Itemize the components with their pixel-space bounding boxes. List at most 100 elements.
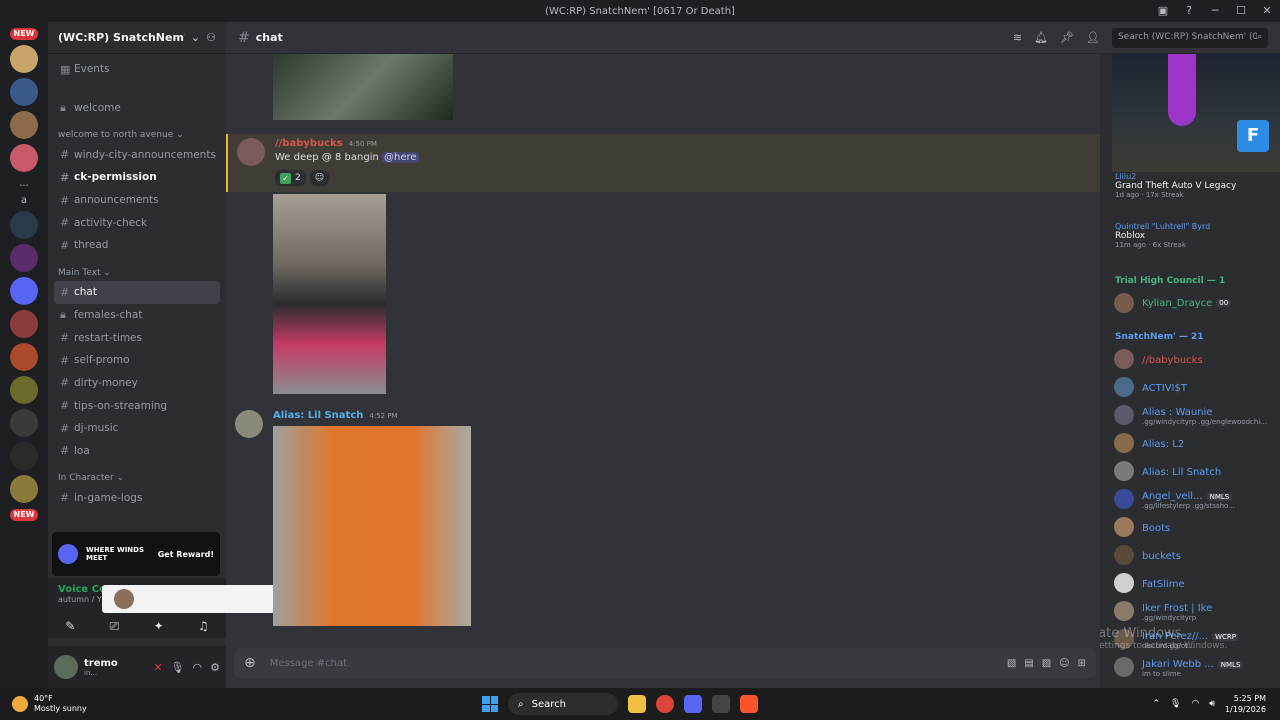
member-item[interactable]: Alias: Lil Snatch [1114, 459, 1274, 483]
volume-icon[interactable]: 🔊︎ [1209, 699, 1215, 709]
gif-icon[interactable]: ▤ [1024, 658, 1033, 669]
search-input[interactable]: Search (WC:RP) SnatchNem' (06... ⌕ [1112, 27, 1268, 48]
channel-item[interactable]: # activity-check [54, 211, 220, 234]
message-image[interactable] [273, 426, 471, 626]
chrome-icon[interactable] [656, 695, 674, 713]
apps-icon[interactable]: ⊞ [1078, 658, 1086, 669]
channel-item[interactable]: # thread [54, 234, 220, 257]
settings-icon[interactable]: ⚙ [210, 661, 220, 674]
server-icon[interactable] [10, 78, 38, 106]
threads-icon[interactable]: ≋ [1013, 31, 1022, 44]
activity-card[interactable]: Liiiu2 Grand Theft Auto V Legacy 1d ago … [1115, 172, 1236, 199]
channel-item[interactable]: # in-game-logs [54, 486, 220, 509]
chevron-up-icon[interactable]: ⌃ [1152, 699, 1160, 709]
stream-preview[interactable] [1112, 54, 1280, 172]
promo-banner[interactable]: WHERE WINDS MEET Get Reward! [52, 532, 220, 576]
message-author[interactable]: //babybucks 4:50 PM [275, 138, 377, 149]
gift-icon[interactable]: ▧ [1007, 658, 1016, 669]
help-icon[interactable]: ? [1176, 0, 1202, 22]
add-attachment-icon[interactable]: ⊕ [244, 655, 256, 671]
server-icon[interactable] [10, 277, 38, 305]
sticker-icon[interactable]: ▨ [1042, 658, 1051, 669]
category-welcome[interactable]: welcome to north avenue ⌄ [54, 119, 220, 143]
server-icon[interactable] [10, 211, 38, 239]
reaction-check[interactable]: ✓ 2 [275, 170, 306, 186]
channel-item[interactable]: # loa [54, 440, 220, 463]
channel-item[interactable]: # windy-city-announcements [54, 143, 220, 166]
avatar[interactable] [235, 410, 263, 438]
server-icon[interactable] [10, 343, 38, 371]
invite-icon[interactable]: ⚇ [206, 31, 216, 44]
emoji-icon[interactable]: ☺ [1059, 658, 1069, 669]
channel-welcome[interactable]: 🔒︎ welcome [54, 97, 220, 120]
member-item[interactable]: FatSlime [1114, 571, 1274, 595]
microphone-icon[interactable]: 🎙︎ [1170, 699, 1181, 709]
server-icon[interactable] [10, 442, 38, 470]
server-icon[interactable] [10, 409, 38, 437]
minimize-button[interactable]: ─ [1202, 0, 1228, 22]
server-icon[interactable] [10, 376, 38, 404]
mute-icon[interactable]: ✕ [153, 661, 162, 674]
server-icon[interactable] [10, 144, 38, 172]
weather-widget[interactable]: 40°F Mostly sunny [0, 694, 180, 714]
server-header[interactable]: (WC:RP) SnatchNem' [0... ⌄ ⚇ [48, 22, 226, 54]
message-input[interactable]: Message #chat [270, 658, 1007, 669]
maximize-button[interactable]: ☐ [1228, 0, 1254, 22]
screen-share-icon[interactable]: ⎚ [110, 619, 120, 634]
member-item[interactable]: //babybucks [1114, 347, 1274, 371]
category-main-text[interactable]: Main Text ⌄ [54, 257, 220, 281]
channel-item[interactable]: # dirty-money [54, 372, 220, 395]
member-item[interactable]: buckets [1114, 543, 1274, 567]
avatar[interactable] [54, 655, 78, 679]
inbox-icon[interactable]: ▣ [1150, 0, 1176, 22]
channel-item[interactable]: # chat [54, 280, 220, 304]
message-author[interactable]: Alias: Lil Snatch 4:52 PM [273, 410, 398, 421]
channel-item[interactable]: # announcements [54, 189, 220, 212]
members-icon[interactable]: 👤︎ [1086, 31, 1100, 44]
server-icon[interactable] [10, 111, 38, 139]
soundboard-icon[interactable]: ♫ [198, 619, 209, 633]
message-composer[interactable]: ⊕ Message #chat ▧ ▤ ▨ ☺ ⊞ [234, 648, 1096, 678]
close-button[interactable]: ✕ [1254, 0, 1280, 22]
member-item[interactable]: ACTIVI$T [1114, 375, 1274, 399]
roblox-icon[interactable] [712, 695, 730, 713]
channel-item[interactable]: # tips-on-streaming [54, 394, 220, 417]
get-reward-button[interactable]: Get Reward! [158, 550, 214, 559]
server-icon[interactable] [10, 310, 38, 338]
channel-item[interactable]: # dj-music [54, 417, 220, 440]
start-button[interactable] [482, 696, 498, 712]
headphones-icon[interactable]: ◠ [193, 661, 203, 674]
server-icon[interactable] [10, 475, 38, 503]
pin-icon[interactable]: 📌︎ [1060, 31, 1074, 44]
mention-here[interactable]: @here [382, 152, 419, 163]
events-link[interactable]: ▦ Events [54, 58, 220, 81]
chevron-down-icon[interactable]: ⌄ [191, 31, 200, 44]
member-item[interactable]: Jakari Webb ... NMLS im to slime [1114, 655, 1274, 679]
server-icon[interactable] [10, 45, 38, 73]
file-explorer-icon[interactable] [628, 695, 646, 713]
discord-icon[interactable] [684, 695, 702, 713]
draw-icon[interactable]: ✎ [65, 619, 75, 633]
member-item[interactable]: Iker Frost | Ike .gg/windycityrp [1114, 599, 1274, 623]
bell-icon[interactable]: 🔔︎ [1034, 31, 1048, 44]
clock[interactable]: 5:25 PM 1/19/2026 [1225, 693, 1266, 715]
add-reaction-button[interactable]: ☺ [309, 170, 330, 186]
more-servers[interactable]: ... [10, 178, 38, 189]
message-image[interactable] [273, 54, 453, 120]
server-icon[interactable] [10, 244, 38, 272]
avatar[interactable] [237, 138, 265, 166]
member-item[interactable]: Alias : Waunie .gg/windycityrp .gg/englew… [1114, 403, 1274, 427]
channel-item[interactable]: # self-promo [54, 349, 220, 372]
wifi-icon[interactable]: ◠ [1191, 699, 1199, 709]
taskbar-search[interactable]: ⌕ Search [508, 693, 618, 715]
channel-item[interactable]: 🔒︎ females-chat [54, 304, 220, 327]
message-image[interactable] [273, 194, 386, 394]
brave-icon[interactable] [740, 695, 758, 713]
member-item[interactable]: Boots [1114, 515, 1274, 539]
category-in-character[interactable]: In Character ⌄ [54, 462, 220, 486]
channel-item[interactable]: # restart-times [54, 326, 220, 349]
member-item[interactable]: Alias: L2 [1114, 431, 1274, 455]
microphone-icon[interactable]: 🎙︎ [171, 661, 185, 674]
channel-item[interactable]: # ck-permission [54, 166, 220, 189]
member-item[interactable]: Angel_vell... NMLS .gg/lifestylerp .gg/sts… [1114, 487, 1274, 511]
